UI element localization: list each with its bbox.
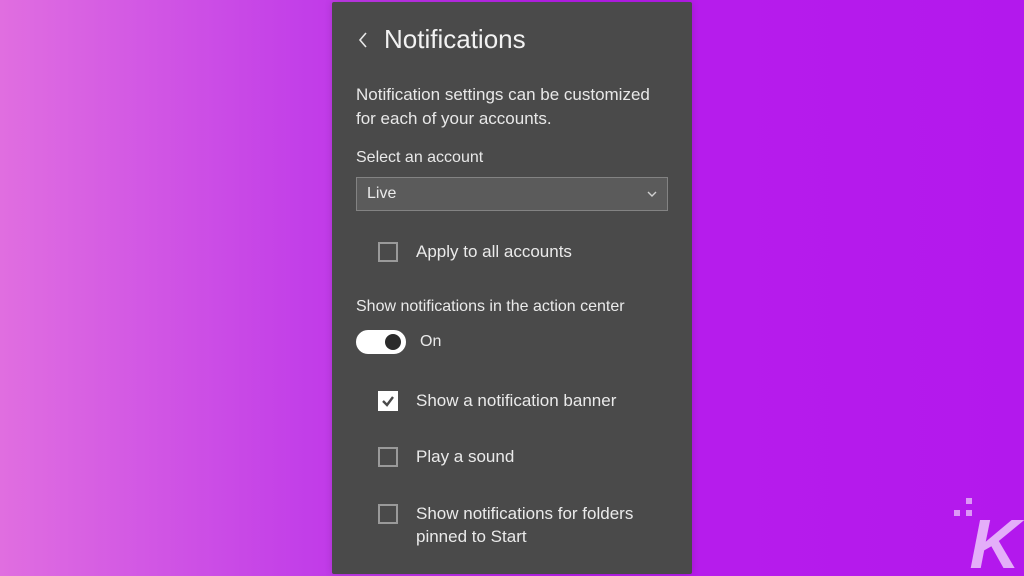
account-select[interactable]: Live (356, 177, 668, 211)
action-center-label: Show notifications in the action center (356, 298, 668, 316)
watermark-logo: K (954, 498, 1016, 572)
action-center-toggle[interactable] (356, 330, 406, 354)
back-icon[interactable] (356, 29, 370, 51)
folders-label: Show notifications for folders pinned to… (416, 503, 668, 549)
banner-row: Show a notification banner (356, 390, 668, 413)
background-gradient: Notifications Notification settings can … (0, 0, 1024, 576)
panel-header: Notifications (356, 24, 668, 55)
check-icon (381, 394, 395, 408)
apply-all-row: Apply to all accounts (356, 241, 668, 264)
settings-description: Notification settings can be customized … (356, 83, 668, 131)
toggle-knob (385, 334, 401, 350)
account-select-label: Select an account (356, 149, 668, 167)
page-title: Notifications (384, 24, 526, 55)
sound-row: Play a sound (356, 446, 668, 469)
watermark-dots-icon (954, 498, 974, 518)
action-center-toggle-state: On (420, 333, 441, 351)
apply-all-label: Apply to all accounts (416, 241, 572, 264)
banner-label: Show a notification banner (416, 390, 616, 413)
banner-checkbox[interactable] (378, 391, 398, 411)
apply-all-checkbox[interactable] (378, 242, 398, 262)
action-center-toggle-row: On (356, 330, 668, 354)
watermark-letter: K (969, 516, 1016, 572)
account-select-value: Live (367, 185, 647, 203)
folders-row: Show notifications for folders pinned to… (356, 503, 668, 549)
folders-checkbox[interactable] (378, 504, 398, 524)
sound-checkbox[interactable] (378, 447, 398, 467)
sound-label: Play a sound (416, 446, 514, 469)
notifications-settings-panel: Notifications Notification settings can … (332, 2, 692, 574)
chevron-down-icon (647, 189, 657, 199)
